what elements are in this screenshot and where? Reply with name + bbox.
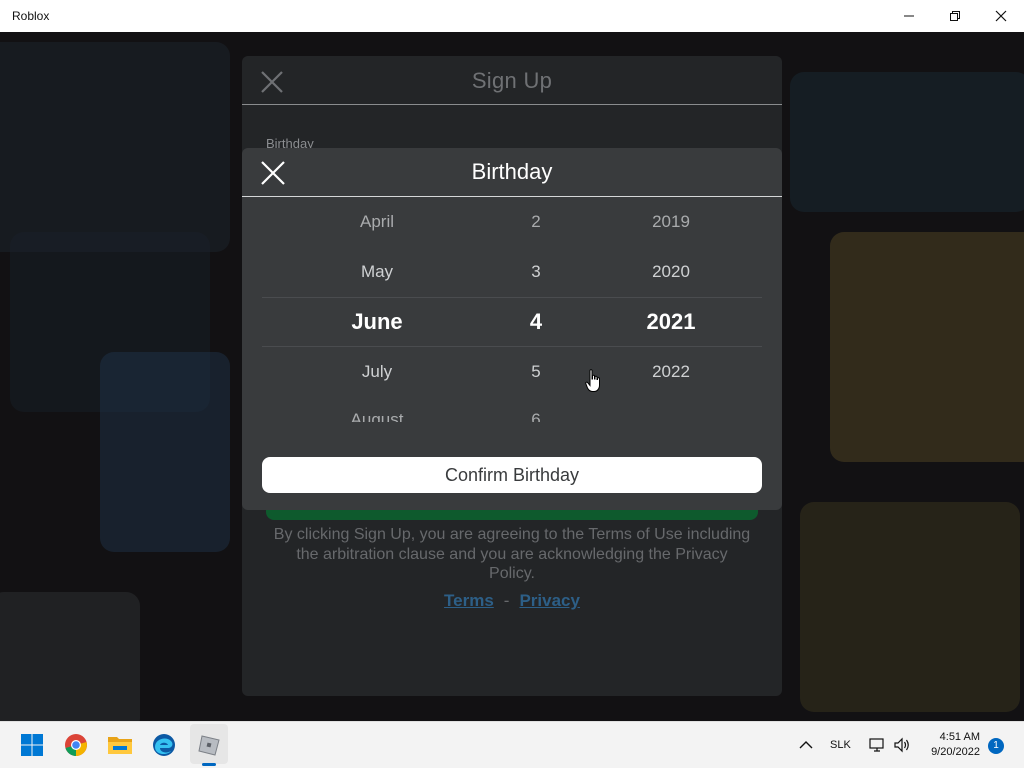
edge-button[interactable]	[149, 730, 179, 760]
confirm-birthday-button[interactable]: Confirm Birthday	[262, 457, 762, 493]
day-option-selected[interactable]: 4	[496, 309, 576, 335]
signup-title: Sign Up	[471, 68, 553, 93]
year-option-selected[interactable]: 2021	[611, 309, 731, 335]
signup-header: Sign Up	[242, 56, 782, 105]
clock-time: 4:51 AM	[939, 731, 980, 743]
birthday-modal: Birthday April May June July August 2 3 …	[242, 148, 782, 510]
date-picker[interactable]: April May June July August 2 3 4 5 6 201…	[262, 208, 762, 422]
notification-badge[interactable]: 1	[988, 738, 1004, 754]
day-option[interactable]: 6	[496, 410, 576, 422]
chrome-button[interactable]	[61, 730, 91, 760]
taskbar-clock[interactable]: 4:51 AM 9/20/2022	[910, 730, 980, 760]
window-titlebar: Roblox	[0, 0, 1024, 32]
network-icon	[869, 738, 884, 752]
minimize-button[interactable]	[886, 0, 932, 32]
roblox-icon	[198, 735, 220, 756]
month-option[interactable]: May	[297, 262, 457, 288]
close-icon	[995, 10, 1007, 22]
taskbar: SLK 4:51 AM 9/20/2022 1	[0, 721, 1024, 768]
hand-cursor-icon	[585, 369, 600, 392]
restore-icon	[950, 11, 960, 21]
chevron-up-icon	[799, 741, 813, 749]
month-column[interactable]: April May June July August	[297, 208, 457, 422]
volume-icon	[894, 737, 909, 753]
start-button[interactable]	[17, 730, 47, 760]
file-explorer-icon	[108, 737, 132, 754]
close-button[interactable]	[978, 0, 1024, 32]
day-option[interactable]: 2	[496, 212, 576, 238]
legal-text: By clicking Sign Up, you are agreeing to…	[273, 526, 751, 582]
month-option[interactable]: July	[297, 362, 457, 388]
roblox-button[interactable]	[194, 730, 224, 760]
year-option[interactable]: 2019	[611, 212, 731, 238]
day-column[interactable]: 2 3 4 5 6	[496, 208, 576, 422]
day-option[interactable]: 3	[496, 262, 576, 288]
chrome-icon	[65, 734, 87, 756]
month-option[interactable]: August	[297, 410, 457, 422]
active-app-indicator	[202, 763, 216, 766]
minimize-icon	[904, 15, 914, 17]
month-option[interactable]: April	[297, 212, 457, 238]
file-explorer-button[interactable]	[105, 730, 135, 760]
window-title: Roblox	[12, 9, 50, 23]
start-icon	[21, 734, 43, 756]
month-option-selected[interactable]: June	[297, 309, 457, 335]
show-hidden-icons-button[interactable]	[791, 730, 821, 760]
birthday-modal-title: Birthday	[471, 159, 553, 184]
link-separator: -	[503, 591, 510, 610]
birthday-modal-header: Birthday	[242, 148, 782, 197]
year-option[interactable]: 2020	[611, 262, 731, 288]
restore-button[interactable]	[932, 0, 978, 32]
language-indicator[interactable]: SLK	[830, 739, 851, 751]
day-option[interactable]: 5	[496, 362, 576, 388]
year-column[interactable]: 2019 2020 2021 2022	[611, 208, 731, 422]
terms-link[interactable]: Terms	[444, 591, 494, 610]
year-option[interactable]: 2022	[611, 362, 731, 388]
privacy-link[interactable]: Privacy	[519, 591, 580, 610]
edge-icon	[153, 734, 175, 756]
legal-links: Terms - Privacy	[242, 591, 782, 611]
clock-date: 9/20/2022	[931, 746, 980, 758]
